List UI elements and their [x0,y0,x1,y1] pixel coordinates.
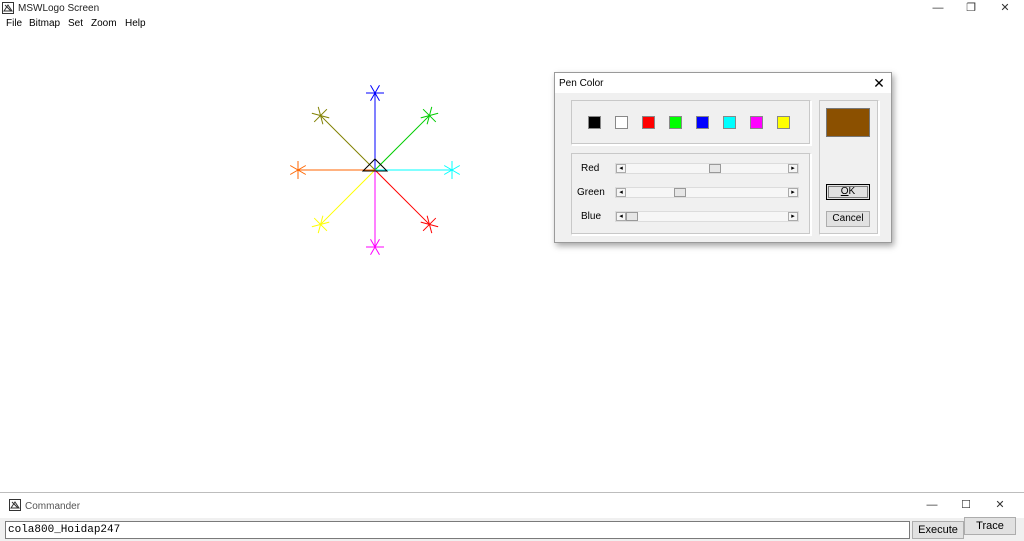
arm-line-1 [374,115,430,171]
pen-color-dialog: Pen Color ✕ Red ◂ ▸ Green ◂ ▸ Blue ◂ ▸ O… [554,72,892,243]
green-left-arrow-icon[interactable]: ◂ [616,188,626,197]
green-slider[interactable]: ◂ ▸ [615,187,799,198]
red-slider[interactable]: ◂ ▸ [615,163,799,174]
color-preview [826,108,870,137]
maximize-button[interactable]: ❐ [954,0,988,17]
commander-minimize-button[interactable]: — [915,497,949,514]
dialog-title: Pen Color [559,78,604,89]
cancel-button[interactable]: Cancel [826,211,870,227]
menu-help[interactable]: Help [125,18,146,29]
palette-group [571,100,811,145]
blue-slider[interactable]: ◂ ▸ [615,211,799,222]
blue-slider-thumb[interactable] [626,212,638,221]
menu-bitmap[interactable]: Bitmap [29,18,60,29]
blue-left-arrow-icon[interactable]: ◂ [616,212,626,221]
menu-bar: File Bitmap Set Zoom Help [0,17,1024,32]
arm-line-3 [374,169,430,225]
rgb-slider-group: Red ◂ ▸ Green ◂ ▸ Blue ◂ ▸ [571,153,811,235]
menu-zoom[interactable]: Zoom [91,18,117,29]
commander-close-button[interactable]: ✕ [983,497,1017,514]
swatch-black[interactable] [588,116,601,129]
execute-button[interactable]: Execute [912,521,964,539]
commander-maximize-button[interactable]: ☐ [949,497,983,514]
red-slider-thumb[interactable] [708,164,721,173]
mswlogo-app-icon [2,2,14,14]
swatch-white[interactable] [615,116,628,129]
blue-label: Blue [581,211,602,222]
red-label: Red [581,163,600,174]
commander-app-icon [9,499,21,511]
close-button[interactable]: ✕ [988,0,1022,17]
red-left-arrow-icon[interactable]: ◂ [616,164,626,173]
commander-title: Commander [25,501,81,512]
arm-line-5 [320,169,376,225]
minimize-button[interactable]: — [921,0,955,17]
commander-window: Commander — ☐ ✕ Execute Trace [0,492,1024,541]
arm-line-7 [320,115,376,171]
swatch-green[interactable] [669,116,682,129]
dialog-title-bar: Pen Color ✕ [555,73,891,93]
window-title: MSWLogo Screen [18,3,100,14]
red-right-arrow-icon[interactable]: ▸ [788,164,798,173]
green-right-arrow-icon[interactable]: ▸ [788,188,798,197]
blue-right-arrow-icon[interactable]: ▸ [788,212,798,221]
dialog-close-button[interactable]: ✕ [871,75,887,91]
green-slider-thumb[interactable] [673,188,686,197]
vertical-scrollbar[interactable] [1014,32,1024,492]
swatch-cyan[interactable] [723,116,736,129]
ok-button[interactable]: OK [826,184,870,200]
swatch-magenta[interactable] [750,116,763,129]
swatch-blue[interactable] [696,116,709,129]
menu-set[interactable]: Set [68,18,83,29]
swatch-yellow[interactable] [777,116,790,129]
trace-button[interactable]: Trace [964,517,1016,535]
commander-title-bar: Commander — ☐ ✕ [0,493,1024,518]
green-label: Green [577,187,605,198]
command-input[interactable] [5,521,910,539]
menu-file[interactable]: File [6,18,22,29]
main-title-bar: MSWLogo Screen — ❐ ✕ [0,0,1024,17]
swatch-red[interactable] [642,116,655,129]
